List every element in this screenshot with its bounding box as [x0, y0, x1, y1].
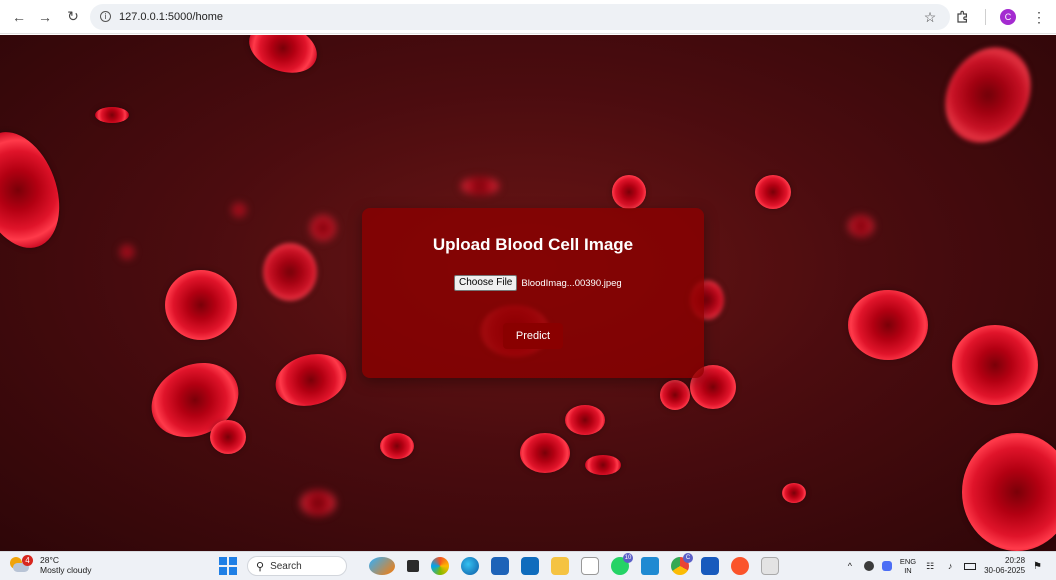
folder-icon[interactable]	[551, 557, 569, 575]
extensions-puzzle-icon[interactable]	[953, 6, 971, 28]
file-input[interactable]: Choose File BloodImag...00390.jpeg	[454, 275, 622, 291]
browser-toolbar: ← → ↻ i 127.0.0.1:5000/home ☆ C ⋮	[0, 0, 1056, 34]
wifi-icon[interactable]: ☷	[924, 560, 936, 572]
clock-date: 30-06-2025	[984, 566, 1026, 575]
reload-icon[interactable]: ↻	[62, 6, 84, 28]
upload-panel: Upload Blood Cell Image Choose File Bloo…	[362, 208, 704, 378]
windows-start-icon[interactable]	[219, 557, 237, 575]
search-label: Search	[270, 560, 302, 572]
chrome-icon[interactable]: C	[671, 553, 693, 575]
page-title: Upload Blood Cell Image	[432, 235, 634, 254]
search-icon: ⚲	[256, 560, 265, 573]
task-view-icon[interactable]	[407, 560, 419, 572]
address-bar[interactable]: i 127.0.0.1:5000/home	[90, 3, 950, 30]
whatsapp-icon[interactable]: 10	[611, 553, 633, 575]
volume-icon[interactable]: ♪	[944, 560, 956, 572]
menu-kebab-icon[interactable]: ⋮	[1030, 6, 1048, 28]
edge-icon[interactable]	[461, 557, 479, 575]
word-icon[interactable]	[701, 557, 719, 575]
outlook-icon[interactable]	[521, 557, 539, 575]
brave-icon[interactable]	[731, 557, 749, 575]
forward-arrow-icon[interactable]: →	[34, 6, 56, 28]
url-text: 127.0.0.1:5000/home	[119, 10, 223, 23]
clock[interactable]: 20:28 30-06-2025	[984, 556, 1025, 576]
taskbar-search[interactable]: ⚲ Search	[247, 556, 347, 576]
choose-file-button[interactable]: Choose File	[454, 275, 518, 291]
notification-badge: 10	[623, 553, 633, 563]
site-info-icon[interactable]: i	[100, 11, 111, 22]
toolbar-separator	[985, 9, 986, 25]
notepad-icon[interactable]	[581, 557, 599, 575]
weather-description: Mostly cloudy	[40, 565, 92, 575]
app-tray-icon[interactable]	[881, 561, 892, 571]
color-app-icon[interactable]	[431, 557, 449, 575]
page-viewport: Upload Blood Cell Image Choose File Bloo…	[0, 35, 1056, 551]
language-indicator[interactable]: ENG IN	[900, 557, 916, 575]
store-icon[interactable]	[491, 557, 509, 575]
profile-avatar[interactable]: C	[1000, 9, 1016, 25]
back-arrow-icon[interactable]: ←	[8, 6, 30, 28]
weather-cloud-sun-icon: 4	[8, 555, 33, 575]
vscode-icon[interactable]	[641, 557, 659, 575]
snipping-tool-icon[interactable]	[761, 557, 779, 575]
chevron-up-icon[interactable]: ^	[844, 560, 856, 572]
selected-file-name: BloodImag...00390.jpeg	[521, 277, 622, 289]
copilot-icon[interactable]	[369, 557, 395, 575]
weather-temperature: 28°C	[40, 555, 59, 565]
profile-badge: C	[683, 553, 693, 563]
taskbar: 4 28°C Mostly cloudy ⚲ Search 10 C ^ ENG…	[0, 551, 1056, 580]
language-primary: ENG	[899, 557, 917, 566]
weather-widget[interactable]: 4 28°C Mostly cloudy	[8, 555, 92, 575]
clock-time: 20:28	[1005, 556, 1026, 565]
weather-alert-badge: 4	[22, 555, 33, 566]
predict-button[interactable]: Predict	[503, 323, 563, 349]
battery-icon[interactable]	[964, 562, 977, 570]
notification-bell-icon[interactable]: ⚑	[1033, 561, 1042, 572]
language-secondary: IN	[904, 566, 912, 575]
cloud-sync-icon[interactable]	[863, 561, 874, 571]
bookmark-star-icon[interactable]: ☆	[921, 6, 939, 28]
